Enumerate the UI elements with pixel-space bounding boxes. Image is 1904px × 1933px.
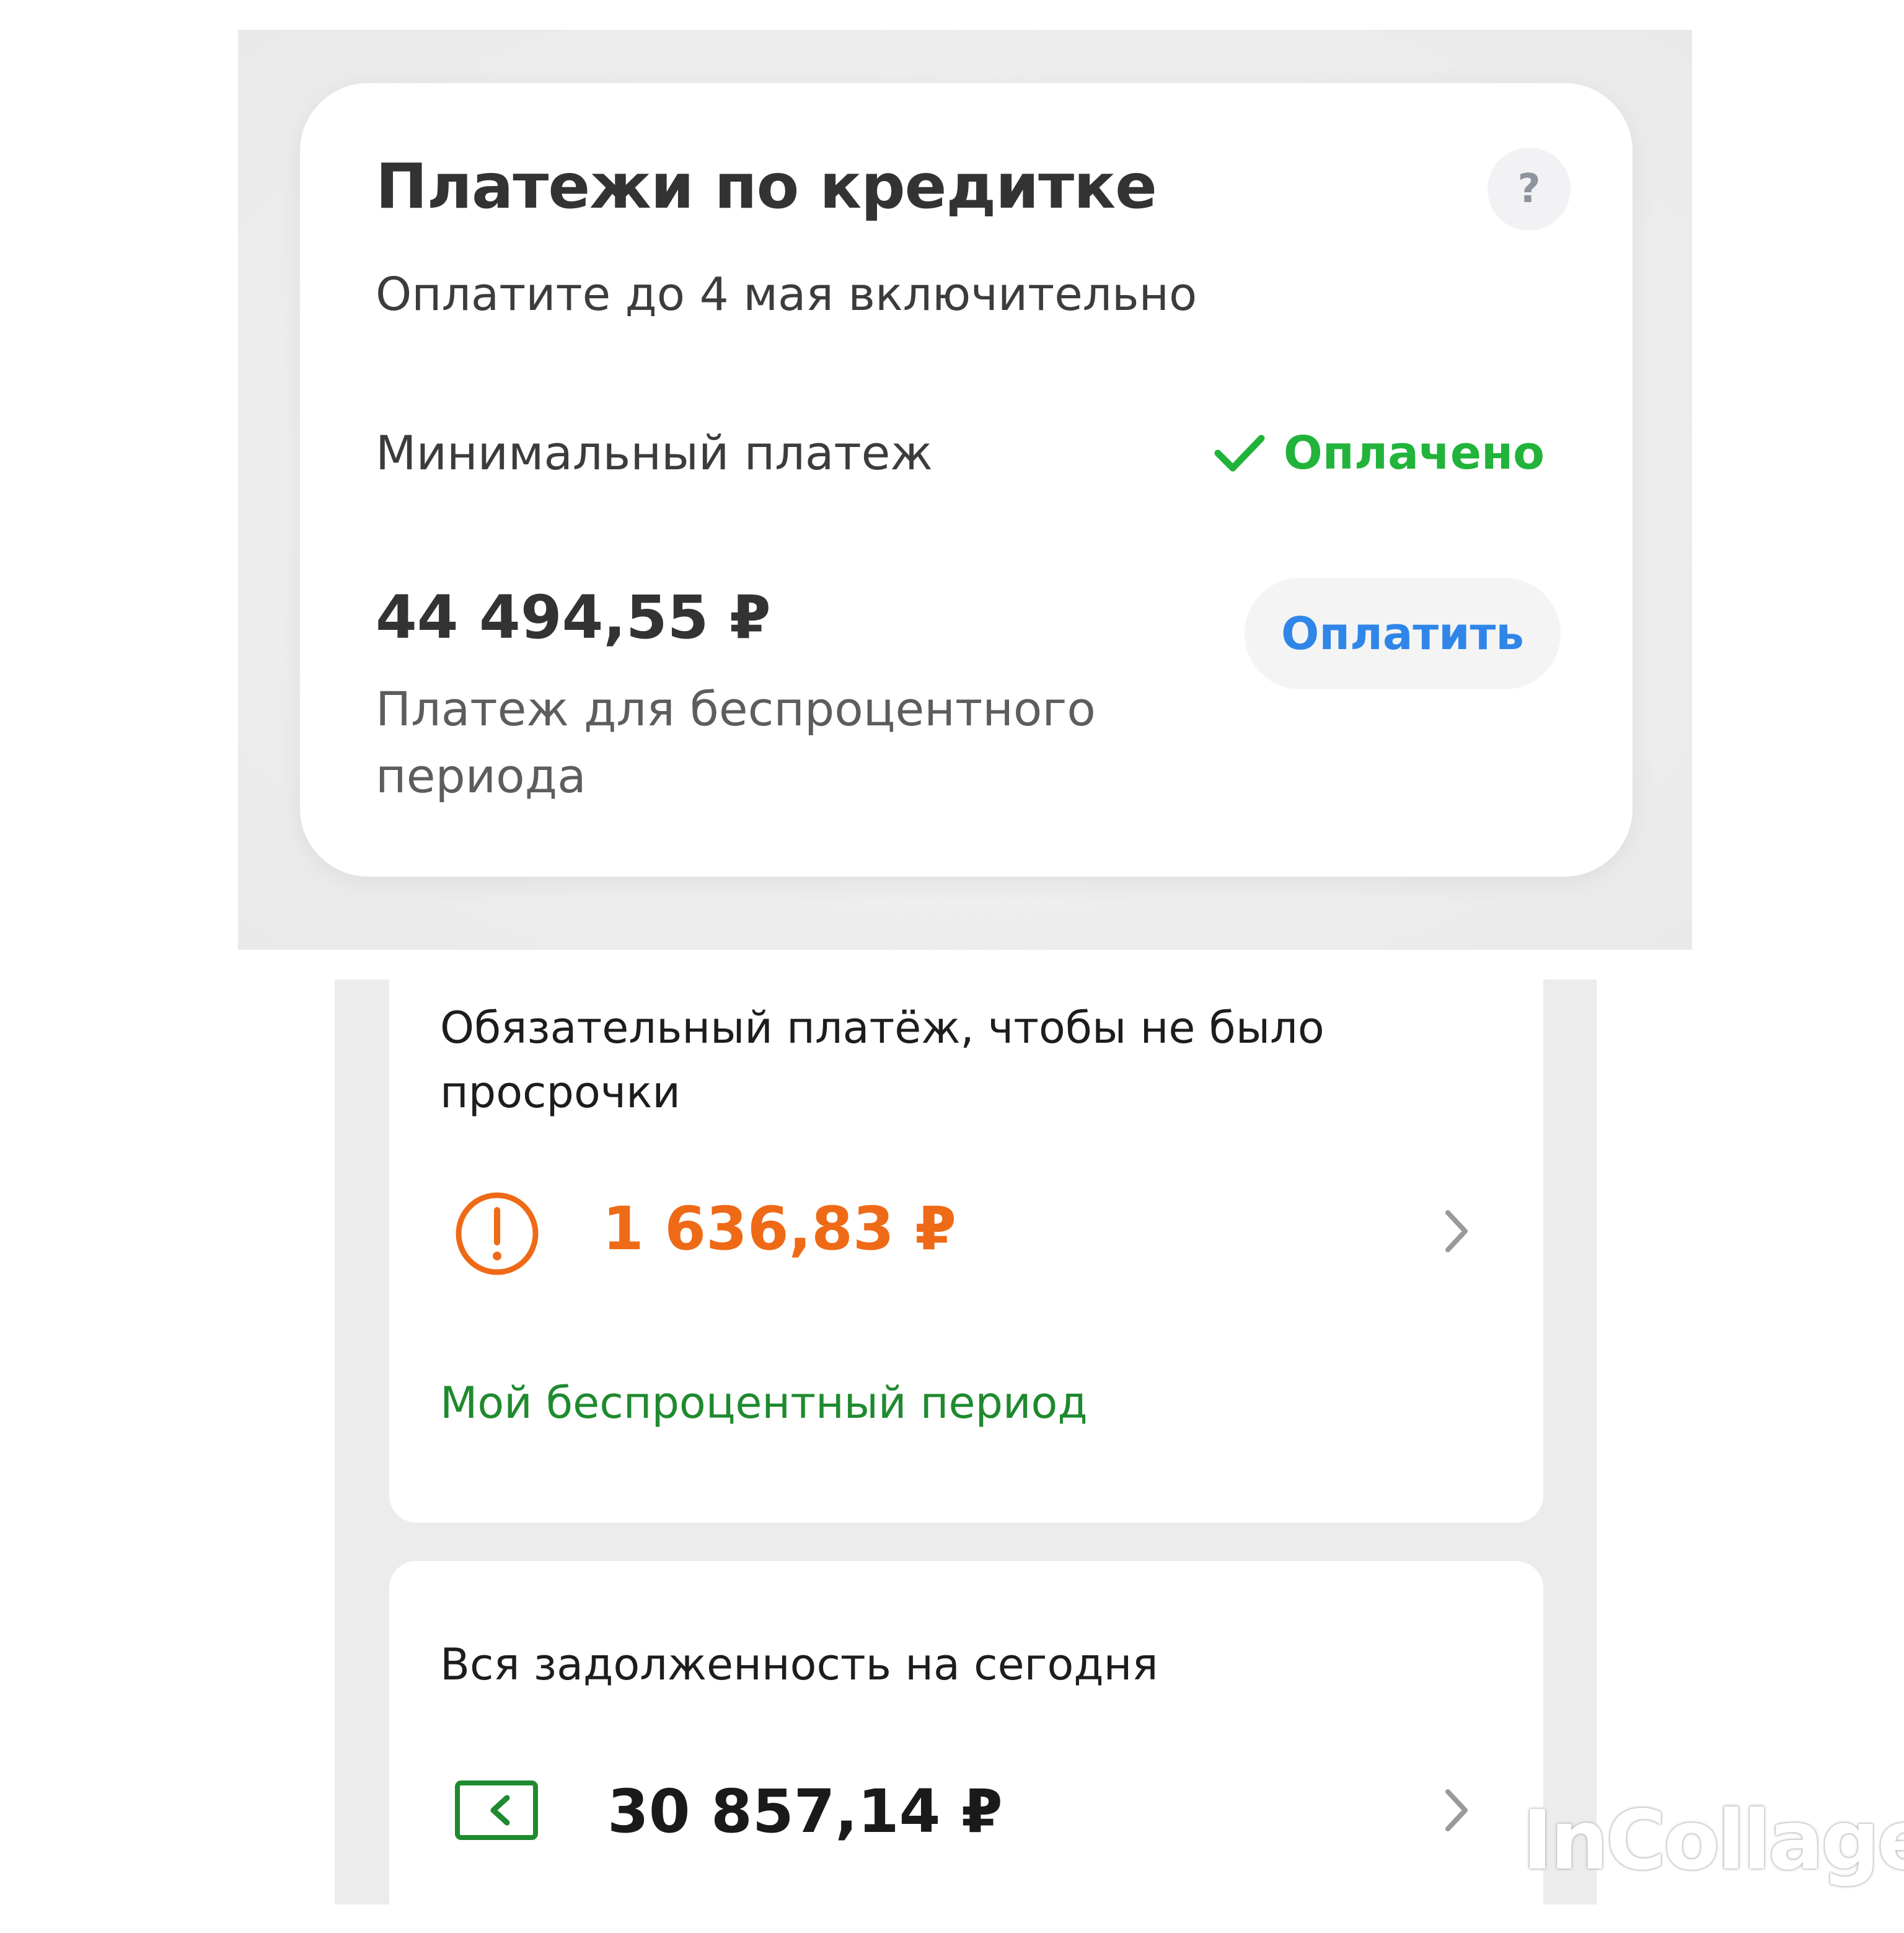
paid-status: Оплачено [1214, 427, 1545, 480]
paid-status-text: Оплачено [1283, 427, 1545, 480]
total-debt-card[interactable]: Вся задолженность на сегодня 30 857,14 ₽ [389, 1561, 1543, 1933]
chevron-right-icon[interactable] [1443, 1787, 1470, 1834]
pay-button[interactable]: Оплатить [1245, 578, 1561, 689]
mandatory-payment-title: Обязательный платёж, чтобы не было проср… [440, 1002, 1324, 1118]
card-title: Платежи по кредитке [376, 150, 1157, 223]
help-icon: ? [1517, 166, 1541, 212]
mandatory-payment-amount: 1 636,83 ₽ [602, 1194, 956, 1263]
mandatory-payment-card[interactable]: Обязательный платёж, чтобы не было проср… [389, 980, 1543, 1523]
checkmark-icon [1214, 435, 1265, 472]
card-arrow-icon [455, 1780, 538, 1840]
grace-payment-description: Платеж для беспроцентного периода [376, 681, 1096, 803]
warning-icon [456, 1192, 539, 1275]
chevron-right-icon[interactable] [1443, 1208, 1470, 1255]
due-date-text: Оплатите до 4 мая включительно [376, 268, 1197, 321]
total-debt-amount: 30 857,14 ₽ [607, 1777, 1003, 1846]
total-debt-title: Вся задолженность на сегодня [440, 1639, 1158, 1690]
min-payment-label: Минимальный платеж [376, 425, 933, 480]
credit-payments-card: Платежи по кредитке ? Оплатите до 4 мая … [300, 83, 1633, 877]
grace-payment-amount: 44 494,55 ₽ [376, 583, 771, 652]
watermark: InCollage [1522, 1793, 1904, 1888]
grace-period-link[interactable]: Мой беспроцентный период [440, 1378, 1088, 1428]
help-button[interactable]: ? [1488, 148, 1571, 231]
